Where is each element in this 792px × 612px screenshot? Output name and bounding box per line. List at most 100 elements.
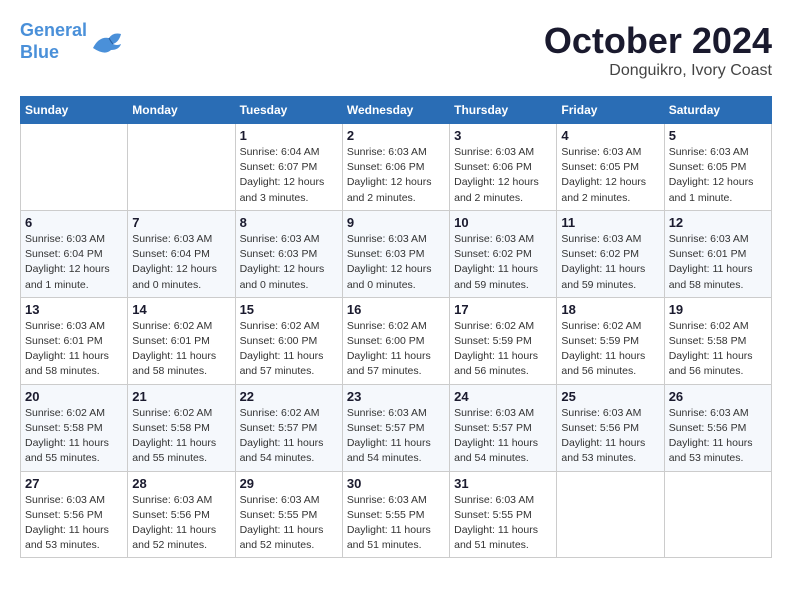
calendar-cell: 12 Sunrise: 6:03 AM Sunset: 6:01 PM Dayli… <box>664 210 771 297</box>
day-info: Sunrise: 6:03 AM Sunset: 6:02 PM Dayligh… <box>454 232 552 293</box>
day-info: Sunrise: 6:03 AM Sunset: 5:56 PM Dayligh… <box>561 406 659 467</box>
calendar-cell: 26 Sunrise: 6:03 AM Sunset: 5:56 PM Dayli… <box>664 384 771 471</box>
day-number: 28 <box>132 476 230 491</box>
calendar-cell <box>128 124 235 211</box>
calendar-cell: 8 Sunrise: 6:03 AM Sunset: 6:03 PM Daylig… <box>235 210 342 297</box>
day-info: Sunrise: 6:04 AM Sunset: 6:07 PM Dayligh… <box>240 145 338 206</box>
day-number: 12 <box>669 215 767 230</box>
calendar-cell: 5Sunrise: 6:03 AM Sunset: 6:05 PM Daylig… <box>664 124 771 211</box>
day-number: 1 <box>240 128 338 143</box>
calendar-week-row: 20 Sunrise: 6:02 AM Sunset: 5:58 PM Dayli… <box>21 384 772 471</box>
day-number: 30 <box>347 476 445 491</box>
logo: General Blue <box>20 20 127 63</box>
day-info: Sunrise: 6:03 AM Sunset: 6:03 PM Dayligh… <box>240 232 338 293</box>
calendar-cell <box>21 124 128 211</box>
calendar-week-row: 27 Sunrise: 6:03 AM Sunset: 5:56 PM Dayli… <box>21 471 772 558</box>
day-number: 16 <box>347 302 445 317</box>
calendar-cell: 18 Sunrise: 6:02 AM Sunset: 5:59 PM Dayli… <box>557 297 664 384</box>
day-info: Sunrise: 6:03 AM Sunset: 6:06 PM Dayligh… <box>454 145 552 206</box>
day-info: Sunrise: 6:03 AM Sunset: 6:01 PM Dayligh… <box>25 319 123 380</box>
calendar-cell: 19 Sunrise: 6:02 AM Sunset: 5:58 PM Dayli… <box>664 297 771 384</box>
day-number: 8 <box>240 215 338 230</box>
weekday-header: Thursday <box>450 97 557 124</box>
day-info: Sunrise: 6:02 AM Sunset: 5:57 PM Dayligh… <box>240 406 338 467</box>
day-info: Sunrise: 6:02 AM Sunset: 5:59 PM Dayligh… <box>561 319 659 380</box>
day-number: 15 <box>240 302 338 317</box>
day-number: 31 <box>454 476 552 491</box>
calendar-cell: 1 Sunrise: 6:04 AM Sunset: 6:07 PM Daylig… <box>235 124 342 211</box>
day-info: Sunrise: 6:02 AM Sunset: 6:00 PM Dayligh… <box>240 319 338 380</box>
calendar-cell: 14 Sunrise: 6:02 AM Sunset: 6:01 PM Dayli… <box>128 297 235 384</box>
day-info: Sunrise: 6:02 AM Sunset: 6:00 PM Dayligh… <box>347 319 445 380</box>
calendar-cell: 20Sunrise: 6:02 AM Sunset: 5:58 PM Dayli… <box>21 384 128 471</box>
calendar-cell: 31 Sunrise: 6:03 AM Sunset: 5:55 PM Dayli… <box>450 471 557 558</box>
day-number: 17 <box>454 302 552 317</box>
calendar-cell: 6 Sunrise: 6:03 AM Sunset: 6:04 PM Daylig… <box>21 210 128 297</box>
day-info: Sunrise: 6:03 AM Sunset: 6:05 PM Dayligh… <box>561 145 659 206</box>
day-number: 20 <box>25 389 123 404</box>
day-number: 23 <box>347 389 445 404</box>
calendar-cell: 15 Sunrise: 6:02 AM Sunset: 6:00 PM Dayli… <box>235 297 342 384</box>
day-number: 19 <box>669 302 767 317</box>
day-info: Sunrise: 6:03 AM Sunset: 5:57 PM Dayligh… <box>347 406 445 467</box>
calendar-cell: 7 Sunrise: 6:03 AM Sunset: 6:04 PM Daylig… <box>128 210 235 297</box>
day-number: 22 <box>240 389 338 404</box>
day-number: 10 <box>454 215 552 230</box>
calendar-table: SundayMondayTuesdayWednesdayThursdayFrid… <box>20 96 772 558</box>
calendar-cell: 11Sunrise: 6:03 AM Sunset: 6:02 PM Dayli… <box>557 210 664 297</box>
calendar-cell: 21Sunrise: 6:02 AM Sunset: 5:58 PM Dayli… <box>128 384 235 471</box>
day-info: Sunrise: 6:03 AM Sunset: 6:04 PM Dayligh… <box>25 232 123 293</box>
day-number: 18 <box>561 302 659 317</box>
day-info: Sunrise: 6:03 AM Sunset: 5:56 PM Dayligh… <box>25 493 123 554</box>
day-info: Sunrise: 6:03 AM Sunset: 6:03 PM Dayligh… <box>347 232 445 293</box>
calendar-cell: 16 Sunrise: 6:02 AM Sunset: 6:00 PM Dayli… <box>342 297 449 384</box>
day-info: Sunrise: 6:03 AM Sunset: 5:57 PM Dayligh… <box>454 406 552 467</box>
day-info: Sunrise: 6:03 AM Sunset: 5:56 PM Dayligh… <box>669 406 767 467</box>
calendar-cell: 28 Sunrise: 6:03 AM Sunset: 5:56 PM Dayli… <box>128 471 235 558</box>
day-info: Sunrise: 6:02 AM Sunset: 5:58 PM Dayligh… <box>132 406 230 467</box>
day-number: 6 <box>25 215 123 230</box>
calendar-cell: 10 Sunrise: 6:03 AM Sunset: 6:02 PM Dayli… <box>450 210 557 297</box>
calendar-header: SundayMondayTuesdayWednesdayThursdayFrid… <box>21 97 772 124</box>
calendar-week-row: 13Sunrise: 6:03 AM Sunset: 6:01 PM Dayli… <box>21 297 772 384</box>
calendar-cell: 17 Sunrise: 6:02 AM Sunset: 5:59 PM Dayli… <box>450 297 557 384</box>
calendar-cell: 4 Sunrise: 6:03 AM Sunset: 6:05 PM Daylig… <box>557 124 664 211</box>
day-number: 3 <box>454 128 552 143</box>
day-number: 4 <box>561 128 659 143</box>
month-title: October 2024 <box>544 20 772 62</box>
calendar-cell: 3 Sunrise: 6:03 AM Sunset: 6:06 PM Daylig… <box>450 124 557 211</box>
day-number: 14 <box>132 302 230 317</box>
day-info: Sunrise: 6:02 AM Sunset: 6:01 PM Dayligh… <box>132 319 230 380</box>
calendar-cell: 25Sunrise: 6:03 AM Sunset: 5:56 PM Dayli… <box>557 384 664 471</box>
day-number: 24 <box>454 389 552 404</box>
logo-text: General <box>20 20 87 42</box>
day-info: Sunrise: 6:02 AM Sunset: 5:59 PM Dayligh… <box>454 319 552 380</box>
weekday-header: Wednesday <box>342 97 449 124</box>
calendar-week-row: 1 Sunrise: 6:04 AM Sunset: 6:07 PM Daylig… <box>21 124 772 211</box>
calendar-cell: 22 Sunrise: 6:02 AM Sunset: 5:57 PM Dayli… <box>235 384 342 471</box>
day-info: Sunrise: 6:03 AM Sunset: 6:06 PM Dayligh… <box>347 145 445 206</box>
calendar-cell <box>557 471 664 558</box>
logo-bird-icon <box>91 28 127 56</box>
page-header: General Blue October 2024 Donguikro, Ivo… <box>20 20 772 80</box>
weekday-header: Sunday <box>21 97 128 124</box>
day-number: 2 <box>347 128 445 143</box>
day-info: Sunrise: 6:03 AM Sunset: 6:02 PM Dayligh… <box>561 232 659 293</box>
calendar-cell: 13Sunrise: 6:03 AM Sunset: 6:01 PM Dayli… <box>21 297 128 384</box>
day-info: Sunrise: 6:02 AM Sunset: 5:58 PM Dayligh… <box>669 319 767 380</box>
logo-text2: Blue <box>20 42 87 64</box>
calendar-cell: 30Sunrise: 6:03 AM Sunset: 5:55 PM Dayli… <box>342 471 449 558</box>
day-info: Sunrise: 6:03 AM Sunset: 5:56 PM Dayligh… <box>132 493 230 554</box>
calendar-cell <box>664 471 771 558</box>
day-info: Sunrise: 6:03 AM Sunset: 5:55 PM Dayligh… <box>454 493 552 554</box>
day-number: 27 <box>25 476 123 491</box>
day-info: Sunrise: 6:03 AM Sunset: 6:05 PM Dayligh… <box>669 145 767 206</box>
calendar-cell: 24 Sunrise: 6:03 AM Sunset: 5:57 PM Dayli… <box>450 384 557 471</box>
day-number: 7 <box>132 215 230 230</box>
day-info: Sunrise: 6:03 AM Sunset: 6:01 PM Dayligh… <box>669 232 767 293</box>
calendar-cell: 29Sunrise: 6:03 AM Sunset: 5:55 PM Dayli… <box>235 471 342 558</box>
day-number: 26 <box>669 389 767 404</box>
day-info: Sunrise: 6:03 AM Sunset: 5:55 PM Dayligh… <box>240 493 338 554</box>
day-info: Sunrise: 6:03 AM Sunset: 6:04 PM Dayligh… <box>132 232 230 293</box>
weekday-header: Saturday <box>664 97 771 124</box>
